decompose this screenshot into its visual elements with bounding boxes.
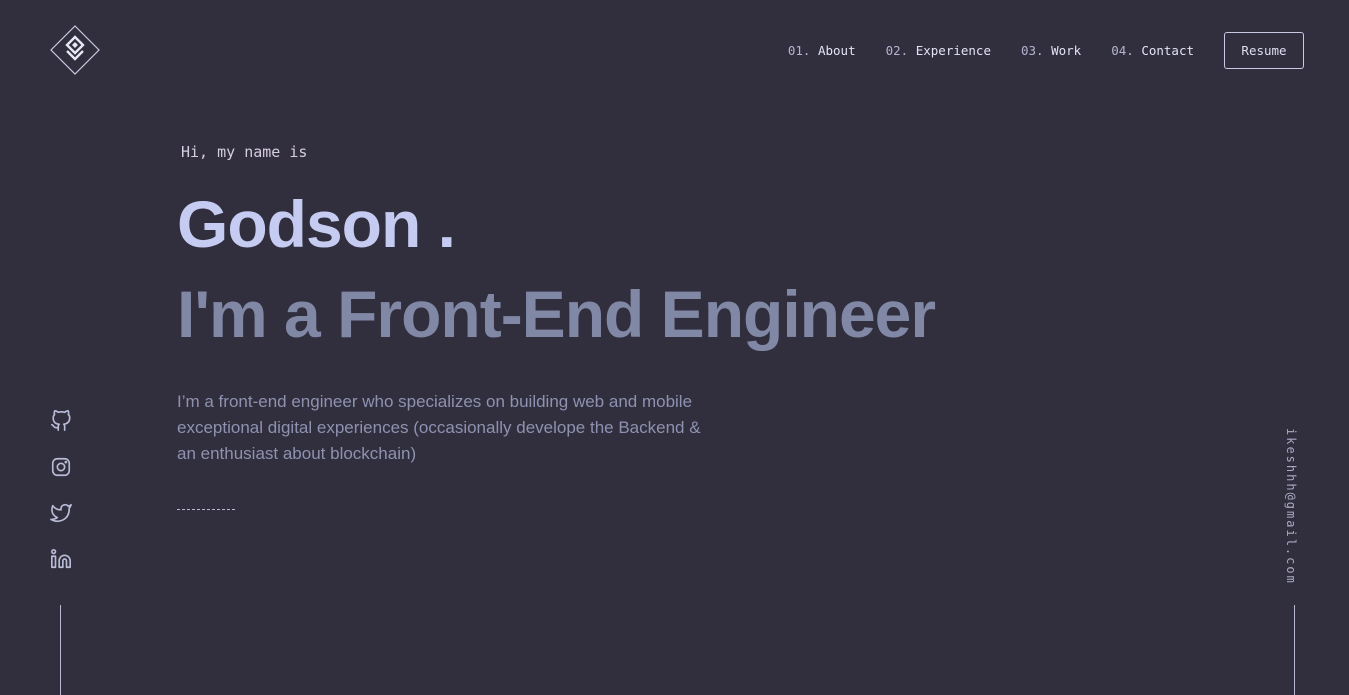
social-links: [50, 410, 72, 594]
dashed-divider: [177, 509, 235, 510]
linkedin-icon: [51, 549, 71, 569]
hero-section: Hi, my name is Godson . I'm a Front-End …: [177, 140, 1077, 467]
instagram-icon: [51, 457, 71, 477]
site-logo[interactable]: [50, 25, 100, 75]
email-vertical-line: [1294, 605, 1295, 695]
nav-item-label: Work: [1051, 43, 1082, 58]
nav-item-label: Experience: [915, 43, 991, 58]
nav-item-contact[interactable]: 04. Contact: [1111, 43, 1194, 58]
hero-tagline: I'm a Front-End Engineer: [177, 277, 936, 351]
nav-item-number: 02.: [885, 43, 909, 58]
nav-item-label: Contact: [1141, 43, 1194, 58]
linkedin-link[interactable]: [50, 548, 72, 570]
nav-item-label: About: [817, 43, 856, 58]
hero-greeting: Hi, my name is: [181, 143, 308, 161]
social-vertical-line: [60, 605, 61, 695]
nav-item-work[interactable]: 03. Work: [1021, 43, 1081, 58]
nav-item-experience[interactable]: 02. Experience: [886, 43, 991, 58]
hero-name: Godson .: [177, 187, 456, 261]
instagram-link[interactable]: [50, 456, 72, 478]
nav-item-about[interactable]: 01. About: [788, 43, 856, 58]
twitter-icon: [50, 503, 72, 523]
main-nav: 01. About 02. Experience 03. Work 04. Co…: [758, 31, 1304, 70]
diamond-logo-icon: [50, 25, 100, 75]
nav-item-number: 03.: [1020, 43, 1044, 58]
nav-item-number: 01.: [787, 43, 811, 58]
nav-item-number: 04.: [1111, 43, 1134, 58]
github-link[interactable]: [50, 410, 72, 432]
email-link[interactable]: ikeshhh@gmail.com: [1284, 428, 1298, 585]
hero-description: I’m a front-end engineer who specializes…: [177, 392, 701, 463]
github-icon: [51, 410, 71, 431]
resume-button[interactable]: Resume: [1224, 32, 1304, 69]
twitter-link[interactable]: [50, 502, 72, 524]
